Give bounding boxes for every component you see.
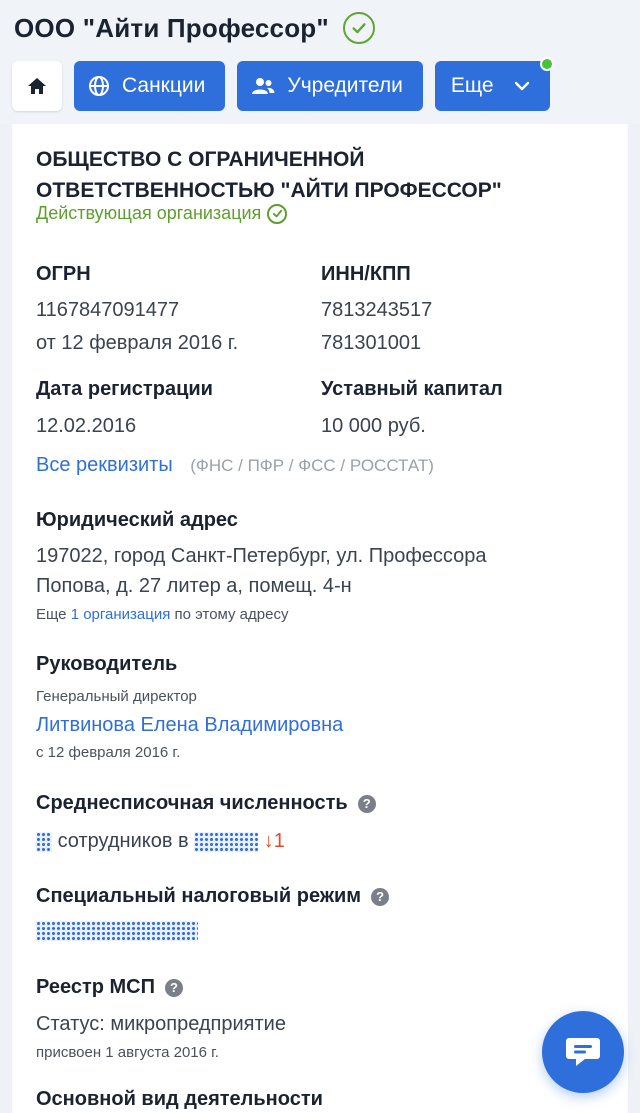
director-position: Генеральный директор <box>36 688 197 705</box>
help-icon[interactable]: ? <box>357 794 376 813</box>
help-icon[interactable]: ? <box>371 887 390 906</box>
organization-full-name: ОБЩЕСТВО С ОГРАНИЧЕННОЙ ОТВЕТСТВЕННОСТЬЮ… <box>36 148 502 202</box>
director-label: Руководитель <box>36 653 178 675</box>
ogrn-label: ОГРН <box>36 263 91 285</box>
title-row: ООО "Айти Профессор" <box>14 8 375 48</box>
msp-status: Статус: микропредприятие <box>36 1013 286 1035</box>
tab-sanctions[interactable]: Санкции <box>74 61 226 111</box>
employees-label: Среднесписочная численность <box>36 792 348 814</box>
msp-assigned-date: присвоен 1 августа 2016 г. <box>36 1044 219 1061</box>
tab-more-label: Еще <box>450 74 494 97</box>
ogrn-date: от 12 февраля 2016 г. <box>36 332 239 354</box>
notification-dot <box>539 57 554 71</box>
registration-date-label: Дата регистрации <box>36 378 213 400</box>
tab-bar: Санкции Учредители Еще <box>12 57 554 111</box>
same-address-note: Еще 1 организация по этому адресу <box>36 606 288 623</box>
director-name-link[interactable]: Литвинова Елена Владимировна <box>36 709 343 742</box>
chevron-down-icon <box>514 81 529 91</box>
tax-regime-section: Специальный налоговый режим? <box>36 885 390 908</box>
tab-home[interactable] <box>12 61 62 111</box>
users-icon <box>252 78 275 94</box>
globe-icon <box>89 76 109 96</box>
msp-label: Реестр МСП <box>36 976 155 998</box>
all-requisites-link[interactable]: Все реквизиты <box>36 454 173 476</box>
tax-regime-label: Специальный налоговый режим <box>36 885 362 907</box>
legal-address-line-2: Попова, д. 27 литер а, помещ. 4-н <box>36 575 352 597</box>
company-title: ООО "Айти Профессор" <box>14 12 329 43</box>
chat-icon <box>566 1038 600 1066</box>
employees-section: Среднесписочная численность? <box>36 792 376 815</box>
main-activity-label: Основной вид деятельности <box>36 1088 323 1110</box>
requisites-sources: (ФНС / ПФР / ФСС / РОССТАТ) <box>190 456 434 475</box>
tab-sanctions-label: Санкции <box>122 74 206 97</box>
page-header: ООО "Айти Профессор" Санкции Учредители <box>0 0 640 124</box>
tax-regime-value <box>36 921 198 941</box>
tab-more[interactable]: Еще <box>434 57 554 111</box>
hidden-tax-regime-chip[interactable] <box>36 921 198 941</box>
same-address-link[interactable]: 1 организация <box>71 606 171 623</box>
kpp-value: 781301001 <box>321 332 422 354</box>
tab-founders[interactable]: Учредители <box>237 61 423 111</box>
same-address-suffix: по этому адресу <box>174 606 289 623</box>
employees-value: сотрудников в ↓1 <box>36 825 285 858</box>
capital-label: Уставный капитал <box>321 378 503 400</box>
same-address-prefix: Еще <box>36 606 67 623</box>
legal-address-line-1: 197022, город Санкт-Петербург, ул. Профе… <box>36 545 487 567</box>
home-icon <box>28 78 46 94</box>
tab-founders-label: Учредители <box>287 74 403 97</box>
company-card: ОБЩЕСТВО С ОГРАНИЧЕННОЙ ОТВЕТСТВЕННОСТЬЮ… <box>12 124 628 1113</box>
hidden-year-chip[interactable] <box>194 831 259 852</box>
inn-value: 7813243517 <box>321 299 433 321</box>
organization-status: Действующая организация <box>36 203 288 224</box>
status-check-icon <box>267 203 288 224</box>
help-icon[interactable]: ? <box>165 978 183 997</box>
chat-button[interactable] <box>542 1011 624 1093</box>
msp-section: Реестр МСП? <box>36 976 183 999</box>
legal-address-label: Юридический адрес <box>36 509 238 531</box>
employees-text: сотрудников в <box>57 830 189 852</box>
requisites-row: Все реквизиты (ФНС / ПФР / ФСС / РОССТАТ… <box>36 454 434 477</box>
inn-kpp-label: ИНН/КПП <box>321 263 411 285</box>
capital-value: 10 000 руб. <box>321 415 426 437</box>
registration-date-value: 12.02.2016 <box>36 415 137 437</box>
verified-check-icon <box>342 12 375 44</box>
ogrn-value: 1167847091477 <box>36 299 180 321</box>
employees-trend: ↓1 <box>263 830 285 852</box>
hidden-count-chip[interactable] <box>36 831 52 852</box>
director-since: с 12 февраля 2016 г. <box>36 744 181 761</box>
status-label: Действующая организация <box>36 203 262 223</box>
